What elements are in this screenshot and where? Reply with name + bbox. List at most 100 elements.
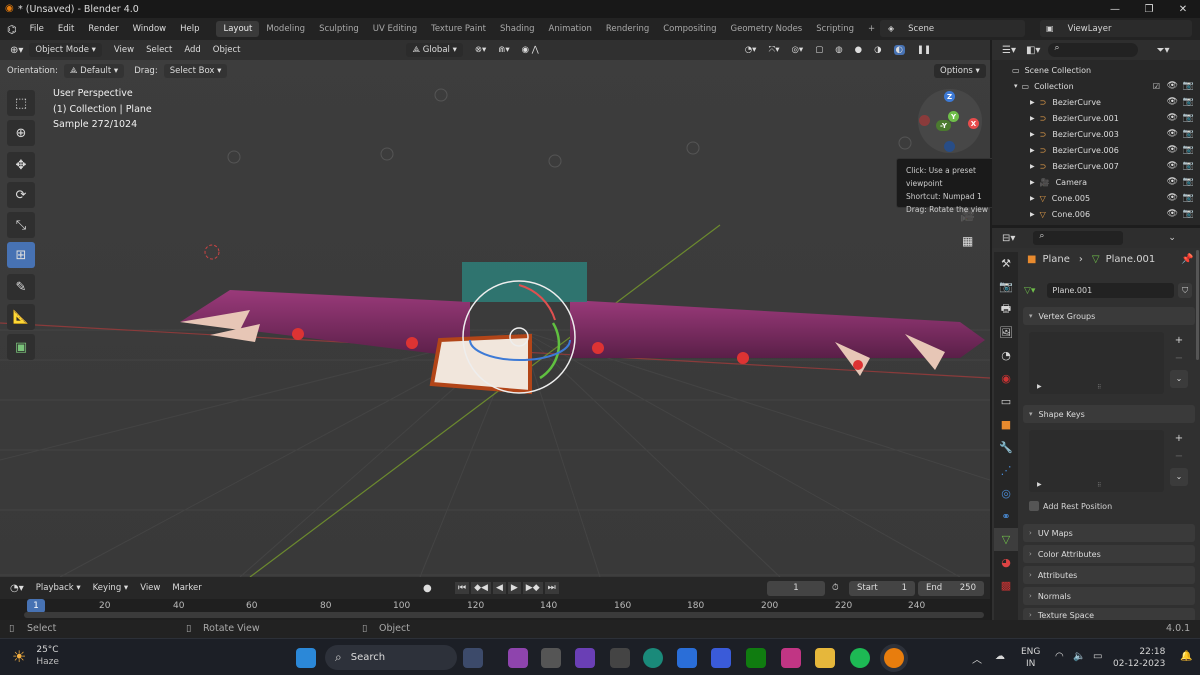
attributes-panel[interactable]: › Attributes	[1023, 566, 1195, 584]
instagram-icon[interactable]	[781, 648, 801, 668]
shape-key-specials-icon[interactable]: ⌄	[1170, 468, 1188, 486]
vertex-groups-panel[interactable]: ▾ Vertex Groups	[1023, 307, 1195, 325]
taskbar-search-box[interactable]: ⌕ Search	[325, 645, 457, 670]
play-icon[interactable]: ▶	[507, 582, 521, 594]
onedrive-icon[interactable]: ☁	[995, 651, 1005, 662]
prev-keyframe-icon[interactable]: ◆◀	[471, 582, 491, 594]
scale-tool-icon[interactable]: ⤡	[7, 212, 35, 238]
outliner-editor-icon[interactable]: ☰▾	[1002, 45, 1016, 56]
properties-search-input[interactable]: ⌕	[1033, 231, 1124, 245]
scene-tab-icon[interactable]: ◔	[994, 344, 1018, 367]
record-button-icon[interactable]: ●	[423, 583, 432, 594]
add-rest-position-checkbox[interactable]	[1029, 501, 1039, 511]
vertex-groups-list[interactable]: ▶ ⠿	[1029, 332, 1164, 394]
tab-texture-paint[interactable]: Texture Paint	[424, 21, 493, 37]
physics-tab-icon[interactable]: ◎	[994, 482, 1018, 505]
tab-scripting[interactable]: Scripting	[809, 21, 861, 37]
render-camera-icon[interactable]: 📷	[1183, 193, 1194, 203]
tab-uv-editing[interactable]: UV Editing	[366, 21, 424, 37]
blender-taskbar-icon[interactable]	[884, 648, 904, 668]
clock[interactable]: 22:18 02-12-2023	[1113, 646, 1165, 670]
xray-icon[interactable]: ▢	[815, 45, 823, 55]
tab-rendering[interactable]: Rendering	[599, 21, 656, 37]
render-camera-icon[interactable]: 📷	[1183, 209, 1194, 219]
tab-animation[interactable]: Animation	[542, 21, 599, 37]
collection-row[interactable]: ▾ ▭ Collection ☑ 👁 📷	[992, 78, 1200, 94]
chevron-right-icon[interactable]: ▶	[1030, 115, 1035, 122]
texture-tab-icon[interactable]: ▩	[994, 574, 1018, 597]
expand-arrow-icon[interactable]: ▶	[1037, 481, 1042, 488]
keying-menu[interactable]: Keying ▾	[93, 583, 129, 593]
mesh-browse-icon[interactable]: ▽▾	[1024, 286, 1047, 296]
mesh-data-tab-icon[interactable]: ▽	[994, 528, 1018, 551]
playback-menu[interactable]: Playback ▾	[36, 583, 81, 593]
render-camera-icon[interactable]: 📷	[1183, 177, 1194, 187]
view-layer-selector[interactable]: ▣ ViewLayer	[1040, 20, 1192, 37]
language-indicator[interactable]: ENG IN	[1021, 646, 1040, 670]
ortho-toggle-icon[interactable]: ▦	[962, 234, 973, 248]
chevron-right-icon[interactable]: ▶	[1030, 147, 1035, 154]
teams-icon[interactable]	[575, 648, 595, 668]
maximize-button[interactable]: ❐	[1132, 0, 1166, 18]
scene-selector[interactable]: ◈ Scene	[880, 20, 1025, 37]
app-icon[interactable]	[610, 648, 630, 668]
3d-viewport[interactable]: ⊕▾ Object Mode ▾ View Select Add Object …	[0, 40, 990, 577]
outliner-item[interactable]: ▶ ▽ Cone.005 👁 📷	[992, 190, 1200, 206]
display-mode-icon[interactable]: ◧▾	[1026, 45, 1040, 56]
menu-file[interactable]: File	[23, 24, 51, 34]
timeline-editor-icon[interactable]: ◔▾	[10, 583, 24, 594]
world-tab-icon[interactable]: ◉	[994, 367, 1018, 390]
proportional-edit-icon[interactable]: ◉ ⋀	[522, 45, 539, 55]
chevron-right-icon[interactable]: ▶	[1030, 211, 1035, 218]
battery-icon[interactable]: ▭	[1093, 651, 1102, 662]
pause-render-icon[interactable]: ❚❚	[917, 45, 931, 55]
end-frame-field[interactable]: End 250	[918, 580, 984, 596]
gizmo-z-axis-icon[interactable]: Z	[944, 91, 955, 102]
play-reverse-icon[interactable]: ◀	[492, 582, 506, 594]
remove-vertex-group-button[interactable]: −	[1170, 350, 1188, 368]
material-tab-icon[interactable]: ◕	[994, 551, 1018, 574]
app-icon[interactable]	[711, 648, 731, 668]
properties-scrollbar[interactable]	[1196, 250, 1199, 360]
view-layer-tab-icon[interactable]: 🖼	[994, 321, 1018, 344]
timeline-view-menu[interactable]: View	[140, 583, 160, 593]
render-camera-icon[interactable]: 📷	[1183, 161, 1194, 171]
render-camera-icon[interactable]: 📷	[1183, 113, 1194, 123]
eye-icon[interactable]: 👁	[1167, 113, 1178, 123]
outliner-item[interactable]: ▶ ⊃ BezierCurve.001 👁 📷	[992, 110, 1200, 126]
orientation-dropdown[interactable]: ⟁ Default ▾	[63, 64, 125, 78]
tab-shading[interactable]: Shading	[493, 21, 542, 37]
outliner-search-input[interactable]: ⌕	[1048, 43, 1139, 57]
outliner-item[interactable]: ▶ ⊃ BezierCurve 👁 📷	[992, 94, 1200, 110]
menu-add[interactable]: Add	[184, 45, 200, 55]
drag-dropdown[interactable]: Select Box ▾	[163, 64, 228, 78]
xbox-icon[interactable]	[746, 648, 766, 668]
menu-select[interactable]: Select	[146, 45, 172, 55]
navigation-gizmo[interactable]: Z Y X -Y	[918, 89, 982, 153]
transform-orientation-dropdown[interactable]: ⟁ Global ▾	[406, 43, 463, 57]
gizmo-neg-z-axis-icon[interactable]	[944, 141, 955, 152]
eye-icon[interactable]: 👁	[1167, 193, 1178, 203]
resize-handle-icon[interactable]: ⠿	[1097, 384, 1101, 391]
output-tab-icon[interactable]: 🖶	[994, 298, 1018, 321]
tab-sculpting[interactable]: Sculpting	[312, 21, 366, 37]
normals-panel[interactable]: › Normals	[1023, 587, 1195, 605]
chevron-right-icon[interactable]: ▶	[1030, 179, 1035, 186]
annotate-tool-icon[interactable]: ✎	[7, 274, 35, 300]
task-view-icon[interactable]	[541, 648, 561, 668]
outliner-item[interactable]: ▶ ⊃ BezierCurve.007 👁 📷	[992, 158, 1200, 174]
editor-type-icon[interactable]: ⊕▾	[10, 45, 23, 56]
render-camera-icon[interactable]: 📷	[1183, 129, 1194, 139]
filter-icon[interactable]: ⏷▾	[1156, 45, 1169, 56]
marker-menu[interactable]: Marker	[172, 583, 201, 593]
tab-modeling[interactable]: Modeling	[259, 21, 312, 37]
render-tab-icon[interactable]: 📷	[994, 275, 1018, 298]
wifi-icon[interactable]: ◠	[1055, 651, 1064, 662]
eye-icon[interactable]: 👁	[1167, 81, 1178, 91]
eye-icon[interactable]: 👁	[1167, 209, 1178, 219]
chevron-right-icon[interactable]: ▶	[1030, 195, 1035, 202]
outliner-item[interactable]: ▶ ⊃ BezierCurve.003 👁 📷	[992, 126, 1200, 142]
outliner-item[interactable]: ▶ ▽ Cone.006 👁 📷	[992, 206, 1200, 222]
menu-help[interactable]: Help	[173, 24, 206, 34]
collection-tab-icon[interactable]: ▭	[994, 390, 1018, 413]
